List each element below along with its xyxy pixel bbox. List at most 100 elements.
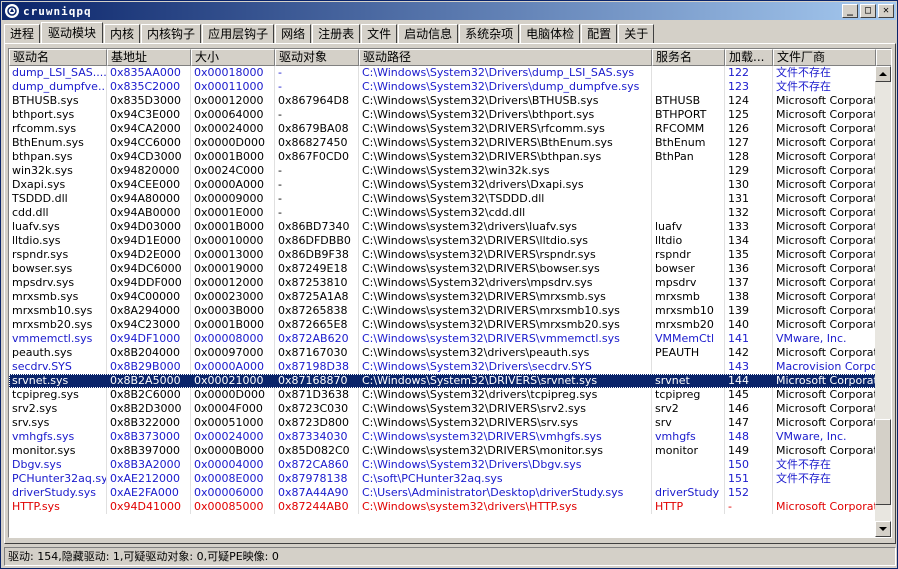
tab-7[interactable]: 文件 (361, 24, 398, 43)
table-row[interactable]: cdd.dll 0x94AB0000 0x0001E000- C:\Windows\S… (9, 206, 876, 220)
cell-驱动对象: 0x87265838 (275, 304, 359, 318)
tab-0[interactable]: 进程 (4, 24, 41, 43)
cell-驱动对象: 0x86BD7340 (275, 220, 359, 234)
cell-加载...: 144 (725, 374, 773, 388)
cell-基地址: 0x94DDF000 (107, 276, 191, 290)
cell-驱动名: luafv.sys (9, 220, 107, 234)
tab-8[interactable]: 启动信息 (398, 24, 459, 43)
cell-服务名: driverStudy (652, 486, 725, 500)
close-button[interactable]: ✕ (878, 4, 894, 18)
cell-驱动对象: 0x87334030 (275, 430, 359, 444)
table-row[interactable]: rspndr.sys 0x94D2E000 0x00013000 0x86DB9F38… (9, 248, 876, 262)
table-row[interactable]: vmhgfs.sys 0x8B373000 0x00024000 0x87334030… (9, 430, 876, 444)
tab-2[interactable]: 内核 (104, 24, 141, 43)
cell-大小: 0x00012000 (191, 94, 275, 108)
cell-加载...: 132 (725, 206, 773, 220)
cell-加载...: 151 (725, 472, 773, 486)
table-row[interactable]: BTHUSB.sys 0x835D3000 0x00012000 0x867964D8… (9, 94, 876, 108)
table-row[interactable]: srv.sys 0x8B322000 0x00051000 0x8723D800 C:\… (9, 416, 876, 430)
column-header-4[interactable]: 驱动路径 (359, 49, 652, 66)
scroll-up-button[interactable] (875, 66, 891, 82)
column-header-filler (876, 49, 891, 66)
cell-驱动路径: C:\Windows\system32\drivers\peauth.sys (359, 346, 652, 360)
cell-驱动名: mrxsmb.sys (9, 290, 107, 304)
table-row[interactable]: dump_LSI_SAS.... 0x835AA000 0x00018000- C:\… (9, 66, 876, 80)
table-row[interactable]: BthEnum.sys 0x94CC6000 0x0000D000 0x8682745… (9, 136, 876, 150)
column-header-3[interactable]: 驱动对象 (275, 49, 359, 66)
tab-3[interactable]: 内核钩子 (141, 24, 202, 43)
table-row[interactable]: srvnet.sys 0x8B2A5000 0x00021000 0x87168870… (9, 374, 876, 388)
scroll-down-button[interactable] (875, 521, 891, 537)
table-row[interactable]: luafv.sys 0x94D03000 0x0001B000 0x86BD7340 C… (9, 220, 876, 234)
cell-文件厂商 (773, 486, 876, 500)
cell-基地址: 0x94C00000 (107, 290, 191, 304)
tab-11[interactable]: 配置 (581, 24, 618, 43)
arrow-up-icon (879, 72, 887, 76)
table-row[interactable]: monitor.sys 0x8B397000 0x0000B000 0x85D082C… (9, 444, 876, 458)
cell-驱动名: monitor.sys (9, 444, 107, 458)
tab-6[interactable]: 注册表 (312, 24, 361, 43)
table-row[interactable]: driverStudy.sys 0xAE2FA000 0x00006000 0x87A… (9, 486, 876, 500)
cell-加载...: 129 (725, 164, 773, 178)
table-row[interactable]: secdrv.SYS 0x8B29B000 0x0000A000 0x87198D38… (9, 360, 876, 374)
cell-文件厂商: 文件不存在 (773, 472, 876, 486)
table-row[interactable]: Dxapi.sys 0x94CEE000 0x0000A000- C:\Windows… (9, 178, 876, 192)
cell-驱动名: win32k.sys (9, 164, 107, 178)
table-row[interactable]: Dbgv.sys 0x8B3A2000 0x00004000 0x872CA860 C:… (9, 458, 876, 472)
scroll-thumb[interactable] (875, 419, 891, 505)
tab-5[interactable]: 网络 (275, 24, 312, 43)
table-row[interactable]: PCHunter32aq.sys 0xAE212000 0x0008E000 0x87… (9, 472, 876, 486)
cell-基地址: 0x94A80000 (107, 192, 191, 206)
maximize-icon: □ (864, 5, 872, 16)
cell-驱动路径: C:\Windows\System32\drivers\Dxapi.sys (359, 178, 652, 192)
tab-4[interactable]: 应用层钩子 (202, 24, 275, 43)
table-row[interactable]: dump_dumpfve.... 0x835C2000 0x00011000- C:\… (9, 80, 876, 94)
table-row[interactable]: tcpipreg.sys 0x8B2C6000 0x0000D000 0x871D36… (9, 388, 876, 402)
cell-驱动名: mrxsmb20.sys (9, 318, 107, 332)
table-row[interactable]: win32k.sys 0x94820000 0x0024C000- C:\Window… (9, 164, 876, 178)
table-row[interactable]: peauth.sys 0x8B204000 0x00097000 0x87167030… (9, 346, 876, 360)
title-bar[interactable]: cruwniqpq _ □ ✕ (2, 2, 896, 20)
cell-文件厂商: 文件不存在 (773, 458, 876, 472)
maximize-button[interactable]: □ (860, 4, 876, 18)
column-header-7[interactable]: 文件厂商 (773, 49, 876, 66)
column-header-5[interactable]: 服务名 (652, 49, 725, 66)
cell-基地址: 0x8B373000 (107, 430, 191, 444)
table-row[interactable]: vmmemctl.sys 0x94DF1000 0x00008000 0x872AB6… (9, 332, 876, 346)
table-row[interactable]: TSDDD.dll 0x94A80000 0x00009000- C:\Windows… (9, 192, 876, 206)
cell-服务名: RFCOMM (652, 122, 725, 136)
cell-加载...: 134 (725, 234, 773, 248)
column-header-6[interactable]: 加载... (725, 49, 773, 66)
tab-9[interactable]: 系统杂项 (459, 24, 520, 43)
tab-10[interactable]: 电脑体检 (520, 24, 581, 43)
column-header-2[interactable]: 大小 (191, 49, 275, 66)
tab-12[interactable]: 关于 (618, 24, 655, 43)
cell-基地址: 0x94D1E000 (107, 234, 191, 248)
table-row[interactable]: bowser.sys 0x94DC6000 0x00019000 0x87249E18… (9, 262, 876, 276)
cell-文件厂商: Microsoft Corporation (773, 234, 876, 248)
column-header-0[interactable]: 驱动名 (9, 49, 107, 66)
table-row[interactable]: rfcomm.sys 0x94CA2000 0x00024000 0x8679BA08… (9, 122, 876, 136)
table-row[interactable]: mpsdrv.sys 0x94DDF000 0x00012000 0x87253810… (9, 276, 876, 290)
cell-大小: 0x0008E000 (191, 472, 275, 486)
table-row[interactable]: HTTP.sys 0x94D41000 0x00085000 0x87244AB0 C:… (9, 500, 876, 514)
cell-驱动名: vmmemctl.sys (9, 332, 107, 346)
table-row[interactable]: mrxsmb20.sys 0x94C23000 0x0001B000 0x872665… (9, 318, 876, 332)
minimize-button[interactable]: _ (842, 4, 858, 18)
cell-文件厂商: Microsoft Corporation (773, 150, 876, 164)
tab-1[interactable]: 驱动模块 (41, 22, 104, 43)
driver-table[interactable]: 驱动名 基地址 大小 驱动对象 驱动路径 服务名 加载... 文件厂商 dump_LSI_SA… (8, 48, 892, 538)
cell-服务名 (652, 360, 725, 374)
table-row[interactable]: srv2.sys 0x8B2D3000 0x0004F000 0x8723C030 C:… (9, 402, 876, 416)
table-row[interactable]: bthport.sys 0x94C3E000 0x00064000- C:\Windo… (9, 108, 876, 122)
cell-加载...: 123 (725, 80, 773, 94)
tab-panel: 驱动名 基地址 大小 驱动对象 驱动路径 服务名 加载... 文件厂商 dump_LSI_SA… (4, 43, 896, 544)
table-row[interactable]: mrxsmb.sys 0x94C00000 0x00023000 0x8725A1A8… (9, 290, 876, 304)
table-row[interactable]: bthpan.sys 0x94CD3000 0x0001B000 0x867F0CD0… (9, 150, 876, 164)
table-row[interactable]: mrxsmb10.sys 0x8A294000 0x0003B000 0x872658… (9, 304, 876, 318)
column-header-1[interactable]: 基地址 (107, 49, 191, 66)
cell-服务名: bowser (652, 262, 725, 276)
cell-服务名: VMMemCtl (652, 332, 725, 346)
vertical-scrollbar[interactable] (875, 66, 891, 537)
table-row[interactable]: lltdio.sys 0x94D1E000 0x00010000 0x86DFDBB0… (9, 234, 876, 248)
